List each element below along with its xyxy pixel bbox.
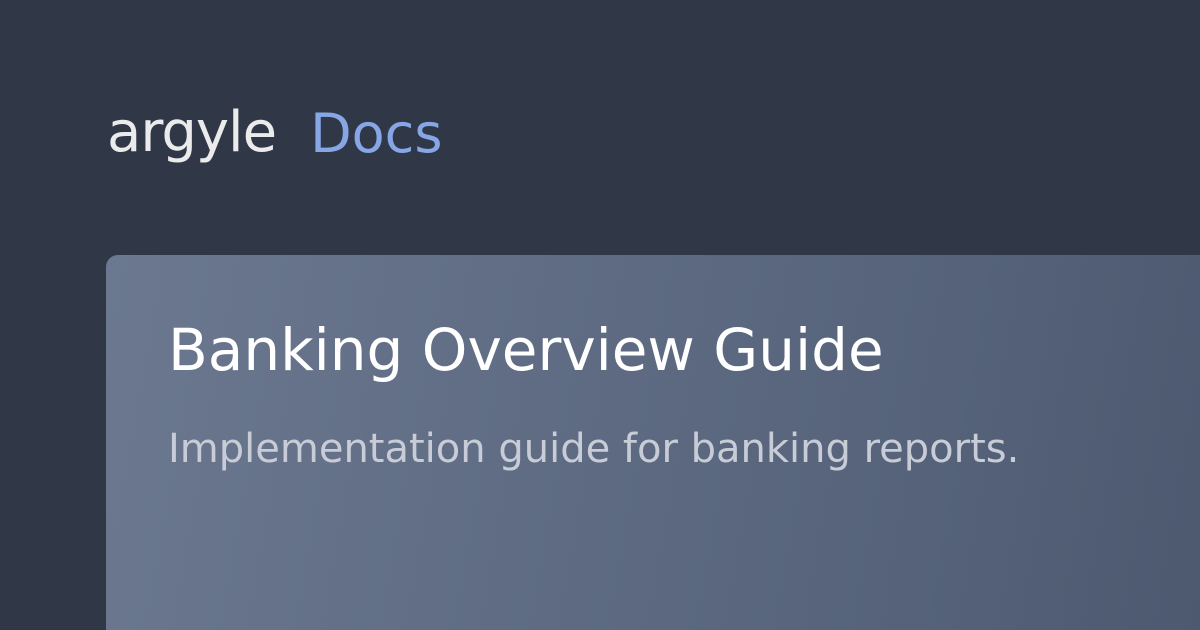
docs-section-label: Docs — [310, 102, 443, 165]
page-title: Banking Overview Guide — [168, 316, 884, 384]
page: { "header": { "brand": "argyle", "sectio… — [0, 0, 1200, 630]
site-header: argyle Docs — [107, 96, 443, 176]
page-subtitle: Implementation guide for banking reports… — [168, 426, 1020, 472]
guide-card: Banking Overview Guide Implementation gu… — [106, 255, 1200, 630]
argyle-logo: argyle — [107, 100, 277, 165]
